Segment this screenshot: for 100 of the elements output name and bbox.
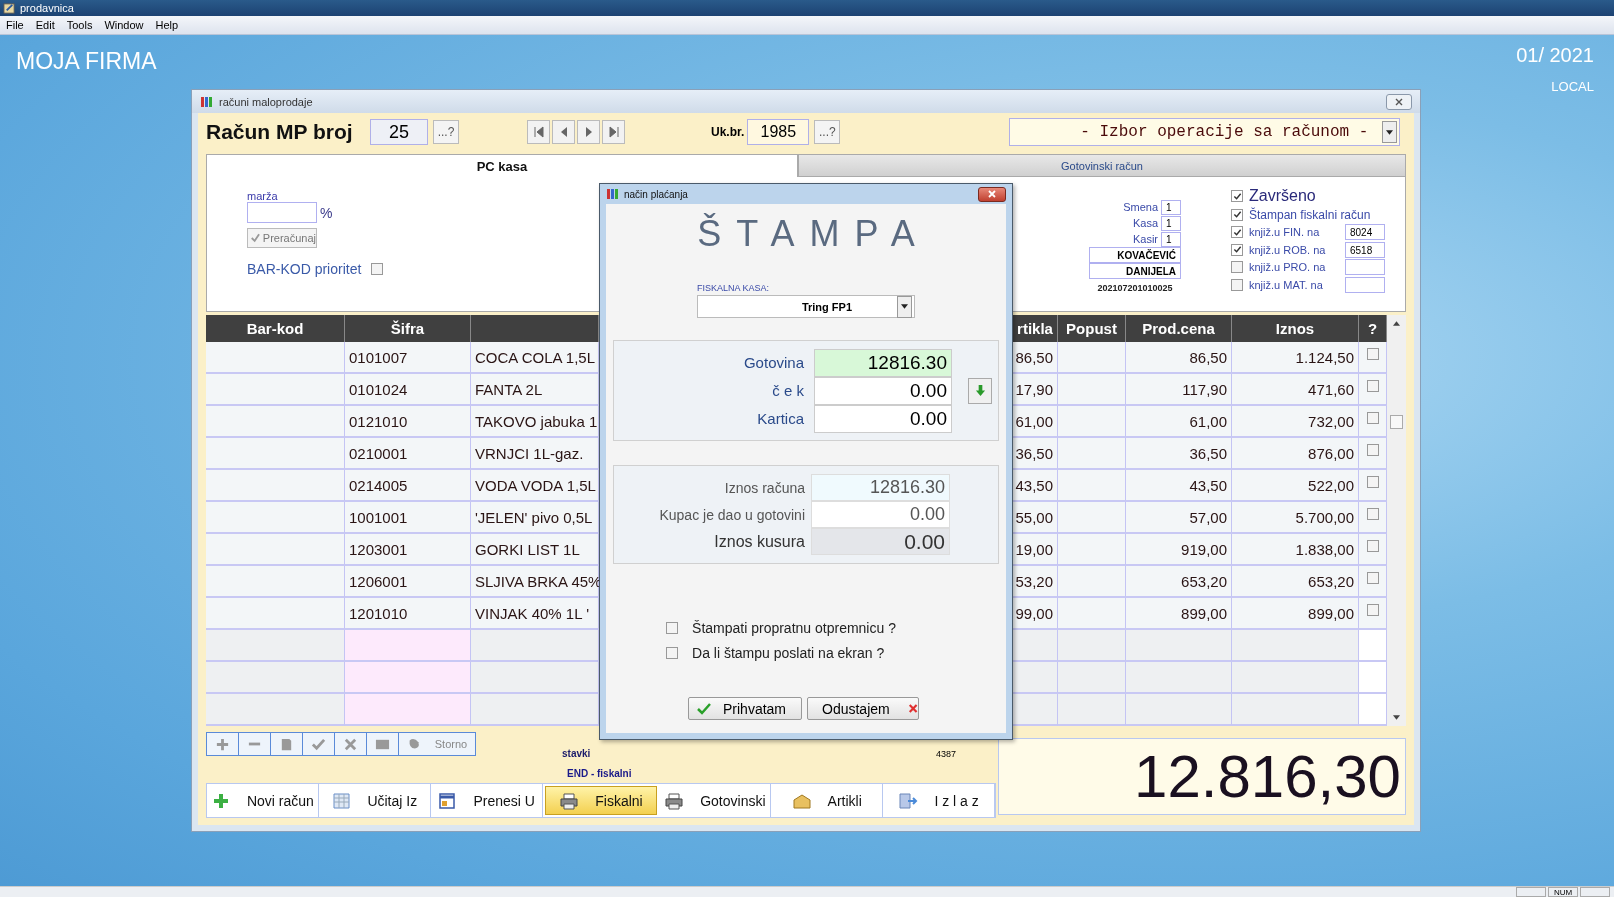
table-cell: GORKI LIST 1L xyxy=(471,534,599,566)
fiscal-button[interactable]: Fiskalni xyxy=(544,786,658,815)
cashier-surname-field: KOVAČEVIĆ xyxy=(1089,247,1181,263)
close-button[interactable] xyxy=(978,186,1006,202)
count-number-field[interactable]: 1985 xyxy=(747,119,810,145)
table-cell: 99,00 xyxy=(1013,598,1058,630)
booking-number-field[interactable]: 8024 xyxy=(1345,224,1385,241)
status-checkbox[interactable] xyxy=(1231,278,1243,291)
status-label: knjiž.u ROB. na xyxy=(1249,243,1327,256)
cashier-name-field: DANIJELA xyxy=(1089,263,1181,279)
table-cell: 36,50 xyxy=(1013,438,1058,470)
status-checkbox[interactable] xyxy=(1231,190,1243,202)
barcode-priority-label: BAR-KOD prioritet xyxy=(247,261,362,277)
table-cell: COCA COLA 1,5L xyxy=(471,342,599,374)
row-checkbox[interactable] xyxy=(1366,540,1379,552)
menu-item[interactable]: Edit xyxy=(29,19,61,31)
articles-button[interactable]: Artikli xyxy=(771,784,884,817)
table-cell: TAKOVO jabuka 1 xyxy=(471,406,599,438)
status-checkbox[interactable] xyxy=(1231,226,1243,239)
table-cell: VINJAK 40% 1L ' xyxy=(471,598,599,630)
booking-number-field[interactable] xyxy=(1345,259,1385,276)
tab[interactable]: PC kasa xyxy=(206,154,798,177)
summary-field[interactable]: 0.00 xyxy=(811,501,950,528)
fill-down-button[interactable] xyxy=(968,377,992,404)
menu-item[interactable]: Tools xyxy=(60,19,99,31)
invoice-label: Račun MP broj xyxy=(206,120,354,144)
accept-button[interactable]: Prihvatam xyxy=(688,697,802,720)
table-cell xyxy=(1058,406,1126,438)
row-checkbox[interactable] xyxy=(1366,572,1379,584)
lookup-button[interactable]: ...? xyxy=(433,120,459,144)
summary-label: Iznos kusura xyxy=(713,532,806,551)
table-cell: 17,90 xyxy=(1013,374,1058,406)
row-checkbox[interactable] xyxy=(1366,604,1379,616)
close-button[interactable] xyxy=(1386,93,1412,110)
table-cell xyxy=(1058,662,1126,694)
row-checkbox[interactable] xyxy=(1366,444,1379,456)
payment-field[interactable]: 0.00 xyxy=(814,376,952,405)
table-cell xyxy=(1058,630,1126,662)
first-button[interactable] xyxy=(527,120,550,144)
count-lookup-button[interactable]: ...? xyxy=(814,120,841,144)
scroll-up-icon[interactable] xyxy=(1393,321,1400,326)
recalculate-button[interactable]: Preračunaj xyxy=(247,228,317,248)
new-invoice-button[interactable]: Novi račun xyxy=(207,784,319,817)
last-button[interactable] xyxy=(602,120,625,144)
payment-field[interactable]: 12816.30 xyxy=(814,348,952,377)
info-field[interactable]: 1 xyxy=(1161,231,1181,247)
table-cell: 55,00 xyxy=(1013,502,1058,534)
menu-item[interactable]: Window xyxy=(98,19,150,31)
menu-item[interactable]: Help xyxy=(149,19,185,31)
barcode-priority-checkbox[interactable] xyxy=(371,263,384,275)
payment-field[interactable]: 0.00 xyxy=(814,404,952,433)
app-icon xyxy=(3,1,16,15)
summary-field: 0.00 xyxy=(811,528,950,555)
invoice-number-field[interactable]: 25 xyxy=(370,119,428,145)
column-header: Bar-kod xyxy=(206,315,345,342)
window-icon xyxy=(437,791,458,810)
option-label: Štampati propratnu otpremnicu ? xyxy=(692,620,896,636)
scrollbar[interactable] xyxy=(1387,315,1406,726)
row-checkbox[interactable] xyxy=(1366,412,1379,424)
info-field[interactable]: 1 xyxy=(1161,215,1181,231)
cancel-button[interactable]: Odustajem xyxy=(807,697,919,720)
table-cell xyxy=(1013,662,1058,694)
scroll-down-icon[interactable] xyxy=(1393,715,1400,720)
margin-field[interactable] xyxy=(247,202,317,223)
operation-dropdown[interactable]: - Izbor operacije sa računom - xyxy=(1009,118,1401,146)
row-checkbox[interactable] xyxy=(1366,380,1379,392)
next-button[interactable] xyxy=(577,120,600,144)
dropdown-arrow-icon xyxy=(901,304,908,309)
status-checkbox[interactable] xyxy=(1231,208,1243,221)
info-field[interactable]: 1 xyxy=(1161,199,1181,215)
booking-number-field[interactable]: 6518 xyxy=(1345,241,1385,258)
window-icon xyxy=(200,95,214,108)
scroll-thumb[interactable] xyxy=(1390,415,1403,429)
tab[interactable]: Gotovinski račun xyxy=(798,154,1406,177)
table-cell: 653,20 xyxy=(1232,566,1359,598)
transfer-button[interactable]: Prenesi U xyxy=(430,784,543,817)
booking-number-field[interactable] xyxy=(1345,276,1385,293)
status-checkbox[interactable] xyxy=(1231,243,1243,256)
spreadsheet-icon xyxy=(331,791,352,810)
option-checkbox[interactable] xyxy=(666,647,679,659)
menu-item[interactable]: File xyxy=(0,19,30,31)
row-checkbox[interactable] xyxy=(1366,476,1379,488)
exit-button[interactable]: I z l a z xyxy=(883,784,995,817)
checkmark-icon xyxy=(697,702,711,715)
fiscal-device-dropdown[interactable]: Tring FP1 xyxy=(697,295,915,318)
load-button[interactable]: Učitaj Iz xyxy=(318,784,431,817)
row-checkbox[interactable] xyxy=(1366,508,1379,520)
cash-button[interactable]: Gotovinski xyxy=(659,784,772,817)
status-checkbox[interactable] xyxy=(1231,261,1243,274)
table-cell: 'JELEN' pivo 0,5L xyxy=(471,502,599,534)
table-cell: 43,50 xyxy=(1126,470,1232,502)
checkmark-icon xyxy=(311,736,326,752)
previous-button[interactable] xyxy=(552,120,575,144)
printer-icon xyxy=(559,791,580,810)
table-cell xyxy=(1058,470,1126,502)
first-record-icon xyxy=(532,126,545,138)
table-cell xyxy=(1058,598,1126,630)
table-cell: 1001001 xyxy=(345,502,471,534)
option-checkbox[interactable] xyxy=(666,622,679,634)
row-checkbox[interactable] xyxy=(1366,348,1379,360)
